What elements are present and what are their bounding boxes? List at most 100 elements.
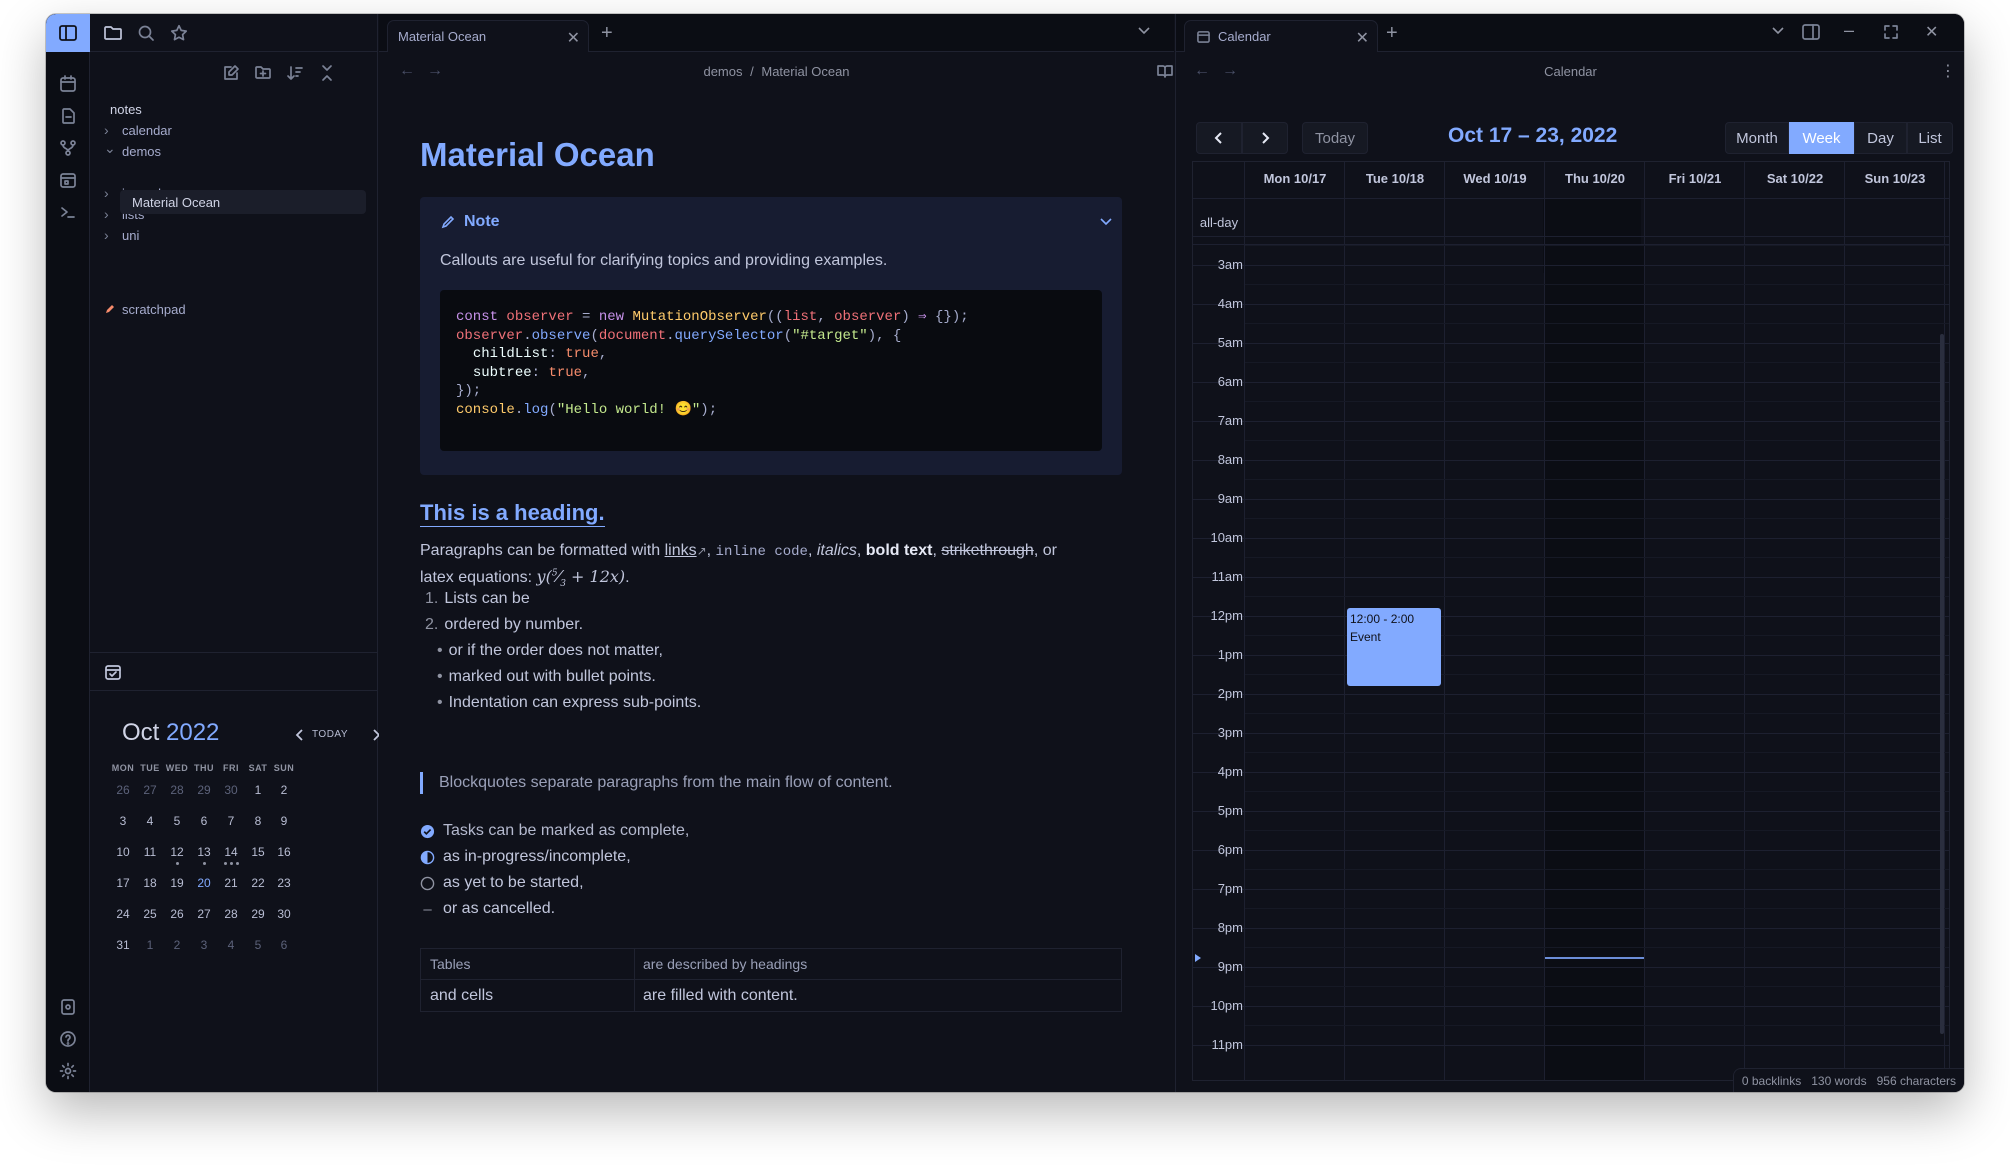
file-explorer-sidebar: notes ›calendar⌄demos›journal›lists›uni …: [90, 14, 381, 1092]
chevron-left-icon: [1214, 132, 1222, 144]
calendar-range-title: Oct 17 – 23, 2022: [1448, 124, 1618, 147]
folder-label: uni: [122, 227, 140, 243]
more-options-icon[interactable]: ⋮: [1940, 61, 1956, 81]
new-folder-icon[interactable]: [252, 62, 274, 84]
sidebar-toggle-button[interactable]: [46, 14, 90, 52]
folder-icon[interactable]: [102, 22, 124, 44]
settings-icon[interactable]: [56, 1059, 80, 1083]
calendar-icon[interactable]: [56, 72, 80, 96]
chevron-down-icon[interactable]: [1771, 26, 1785, 36]
table-header: are described by headings: [643, 956, 808, 972]
file-copy-icon[interactable]: [56, 104, 80, 128]
task-item: as yet to be started,: [420, 874, 584, 892]
active-file-item[interactable]: Material Ocean: [120, 190, 366, 214]
star-icon[interactable]: [168, 22, 190, 44]
hour-label: 8am: [1217, 451, 1243, 467]
blockquote: Blockquotes separate paragraphs from the…: [439, 774, 893, 791]
table-cell: and cells: [430, 987, 494, 1004]
git-branch-icon[interactable]: [56, 136, 80, 160]
scratchpad-label: scratchpad: [122, 301, 186, 317]
minimize-icon[interactable]: –: [1844, 20, 1854, 41]
mini-calendar-day[interactable]: 6: [267, 938, 301, 952]
maximize-icon[interactable]: [1883, 24, 1899, 40]
folder-item-uni[interactable]: › uni: [104, 223, 139, 247]
task-in-progress-icon[interactable]: [420, 850, 435, 865]
table-header: Tables: [430, 956, 471, 972]
terminal-icon[interactable]: [56, 200, 80, 224]
mini-calendar-day[interactable]: 30: [267, 907, 301, 921]
chevron-right-icon: ›: [104, 227, 109, 243]
external-link-icon: ↗: [696, 544, 707, 558]
new-note-icon[interactable]: [220, 62, 242, 84]
hour-label: 7pm: [1217, 880, 1243, 896]
calendar-check-icon[interactable]: [102, 661, 124, 683]
folder-item-demos[interactable]: ⌄ demos: [104, 139, 161, 163]
breadcrumb-folder[interactable]: demos: [703, 64, 742, 79]
new-tab-icon[interactable]: +: [601, 22, 613, 45]
task-complete-icon[interactable]: [420, 824, 435, 839]
all-day-label: all-day: [1199, 215, 1239, 230]
callout-fold-icon[interactable]: [1100, 217, 1112, 227]
latex-equation: y(5⁄3 + 12x): [536, 567, 626, 590]
right-sidebar-icon[interactable]: [1802, 24, 1820, 40]
day-header: Mon 10/17: [1263, 171, 1327, 186]
view-week-button[interactable]: Week: [1789, 122, 1854, 154]
mini-calendar-title: Oct 2022: [122, 719, 219, 747]
calendar-tab[interactable]: Calendar ✕: [1184, 20, 1378, 52]
strikethrough-text: strikethrough: [941, 542, 1034, 559]
view-month-button[interactable]: Month: [1725, 122, 1789, 154]
reading-view-icon[interactable]: [1157, 64, 1173, 78]
new-tab-icon[interactable]: +: [1386, 22, 1398, 45]
mini-calendar-day[interactable]: 16: [267, 845, 301, 859]
hour-label: 8pm: [1217, 919, 1243, 935]
scratchpad-item[interactable]: scratchpad: [104, 297, 186, 321]
note-dot: [224, 862, 227, 865]
breadcrumb-file[interactable]: Material Ocean: [761, 64, 849, 79]
callout-text: Callouts are useful for clarifying topic…: [440, 252, 888, 269]
callout-header[interactable]: Note: [440, 213, 500, 231]
folder-label: calendar: [122, 122, 172, 138]
view-day-button[interactable]: Day: [1854, 122, 1907, 154]
hour-label: 5am: [1217, 334, 1243, 350]
mini-calendar-day[interactable]: 23: [267, 876, 301, 890]
backlinks-count[interactable]: 0 backlinks: [1742, 1074, 1801, 1088]
close-window-icon[interactable]: ✕: [1925, 22, 1938, 42]
calendar-today-button[interactable]: Today: [1302, 122, 1368, 154]
folder-label: demos: [122, 143, 162, 159]
mini-calendar-today-button[interactable]: TODAY: [312, 729, 348, 740]
note-title: Material Ocean: [420, 136, 655, 173]
sort-icon[interactable]: [284, 62, 306, 84]
calendar-prev-button[interactable]: [1196, 122, 1242, 154]
close-icon[interactable]: ✕: [1356, 28, 1369, 48]
close-icon[interactable]: ✕: [567, 28, 580, 48]
blockquote-bar: [420, 772, 423, 794]
search-icon[interactable]: [135, 22, 157, 44]
task-cancelled-icon[interactable]: –: [420, 901, 435, 918]
external-link[interactable]: links: [665, 542, 697, 559]
calendar-next-button[interactable]: [1242, 122, 1288, 154]
markdown-table: Tables are described by headings and cel…: [420, 948, 1122, 1012]
grid-scrollbar[interactable]: [1940, 334, 1944, 1034]
mini-calendar-prev-button[interactable]: [294, 728, 306, 742]
event-time: 12:00 - 2:00: [1350, 611, 1415, 626]
mini-calendar-day[interactable]: 2: [267, 783, 301, 797]
hour-label: 6am: [1217, 373, 1243, 389]
task-todo-icon[interactable]: [420, 876, 435, 891]
vault-switch-icon[interactable]: [56, 995, 80, 1019]
code-block: const observer = new MutationObserver((l…: [440, 290, 1102, 451]
day-header: Thu 10/20: [1565, 171, 1625, 186]
mini-calendar-day[interactable]: 9: [267, 814, 301, 828]
collapse-all-icon[interactable]: [316, 62, 338, 84]
hour-label: 10am: [1210, 529, 1243, 545]
sidebar-tab-bar: [90, 14, 378, 52]
chevron-right-icon: ›: [104, 122, 109, 138]
bold-text: bold text: [865, 542, 933, 559]
chevron-down-icon[interactable]: [1137, 26, 1151, 36]
view-list-button[interactable]: List: [1907, 122, 1953, 154]
hour-label: 4pm: [1217, 763, 1243, 779]
calendar-day-icon[interactable]: [56, 168, 80, 192]
help-icon[interactable]: [56, 1027, 80, 1051]
paragraph-line-1: Paragraphs can be formatted with links↗,…: [420, 542, 1057, 560]
editor-tab[interactable]: Material Ocean ✕: [387, 20, 589, 52]
calendar-event[interactable]: 12:00 - 2:00 Event: [1347, 607, 1441, 686]
